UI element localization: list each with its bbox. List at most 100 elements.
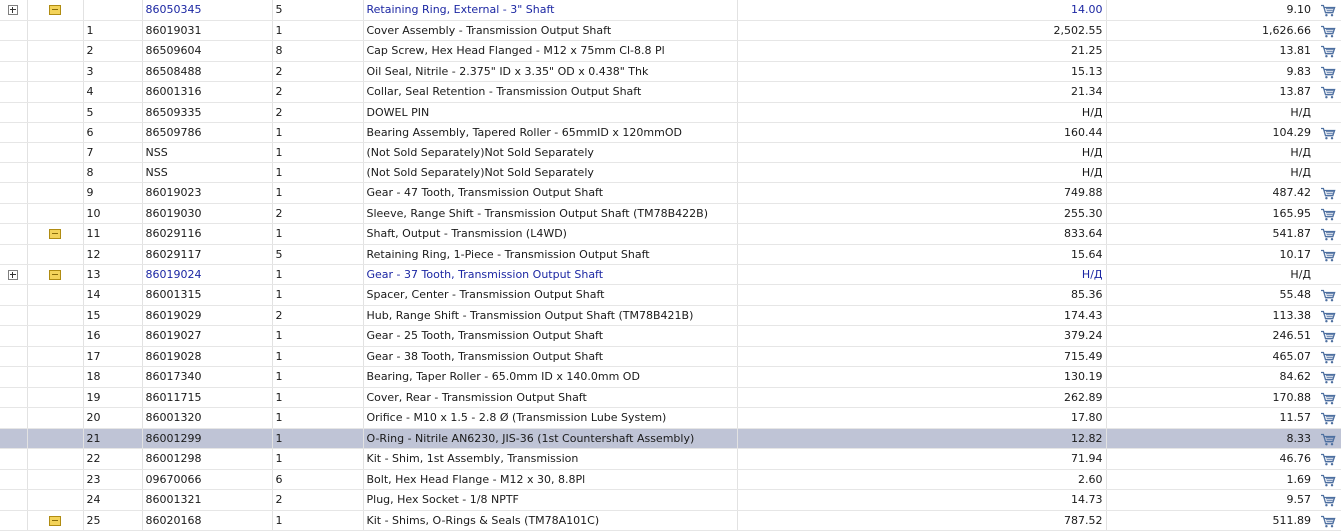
description-cell[interactable]: Sleeve, Range Shift - Transmission Outpu…: [363, 203, 738, 224]
part-number-cell[interactable]: 86001298: [142, 448, 273, 470]
part-number-cell[interactable]: 86050345: [142, 0, 273, 21]
add-to-cart-icon[interactable]: [1320, 208, 1336, 221]
note-icon[interactable]: [49, 229, 61, 240]
description-cell[interactable]: Retaining Ring, External - 3" Shaft: [363, 0, 738, 21]
table-row[interactable]: 13 86019024 1 Gear - 37 Tooth, Transmiss…: [0, 264, 1341, 285]
table-row[interactable]: 2 86509604 8 Cap Screw, Hex Head Flanged…: [0, 40, 1341, 62]
add-to-cart-icon[interactable]: [1320, 127, 1336, 140]
add-to-cart-icon[interactable]: [1320, 187, 1336, 200]
part-number-cell[interactable]: 86019031: [142, 20, 273, 41]
add-to-cart-icon[interactable]: [1320, 433, 1336, 446]
add-to-cart-icon[interactable]: [1320, 371, 1336, 384]
table-row[interactable]: 19 86011715 1 Cover, Rear - Transmission…: [0, 387, 1341, 408]
note-icon[interactable]: [49, 515, 61, 526]
description-cell[interactable]: O-Ring - Nitrile AN6230, JIS-36 (1st Cou…: [363, 428, 738, 449]
description-cell[interactable]: Cover, Rear - Transmission Output Shaft: [363, 387, 738, 408]
table-row[interactable]: 17 86019028 1 Gear - 38 Tooth, Transmiss…: [0, 346, 1341, 367]
add-to-cart-icon[interactable]: [1320, 412, 1336, 425]
table-row[interactable]: 25 86020168 1 Kit - Shims, O-Rings & Sea…: [0, 510, 1341, 531]
table-row[interactable]: 21 86001299 1 O-Ring - Nitrile AN6230, J…: [0, 428, 1341, 449]
expand-icon[interactable]: [8, 5, 19, 16]
description-cell[interactable]: Oil Seal, Nitrile - 2.375" ID x 3.35" OD…: [363, 61, 738, 82]
table-row[interactable]: 16 86019027 1 Gear - 25 Tooth, Transmiss…: [0, 325, 1341, 347]
table-row[interactable]: 18 86017340 1 Bearing, Taper Roller - 65…: [0, 366, 1341, 388]
description-cell[interactable]: Bolt, Hex Head Flange - M12 x 30, 8.8Pl: [363, 469, 738, 490]
part-number-cell[interactable]: 86001321: [142, 489, 273, 511]
description-cell[interactable]: Bearing, Taper Roller - 65.0mm ID x 140.…: [363, 366, 738, 388]
part-number-cell[interactable]: 86017340: [142, 366, 273, 388]
description-cell[interactable]: Kit - Shim, 1st Assembly, Transmission: [363, 448, 738, 470]
add-to-cart-icon[interactable]: [1320, 4, 1336, 17]
table-row[interactable]: 15 86019029 2 Hub, Range Shift - Transmi…: [0, 305, 1341, 326]
part-number-cell[interactable]: 86509786: [142, 122, 273, 143]
add-to-cart-icon[interactable]: [1320, 66, 1336, 79]
description-cell[interactable]: Gear - 47 Tooth, Transmission Output Sha…: [363, 182, 738, 204]
part-number-cell[interactable]: 86029116: [142, 223, 273, 245]
part-number-cell[interactable]: 86019029: [142, 305, 273, 326]
add-to-cart-icon[interactable]: [1320, 474, 1336, 487]
add-to-cart-icon[interactable]: [1320, 25, 1336, 38]
description-cell[interactable]: Gear - 38 Tooth, Transmission Output Sha…: [363, 346, 738, 367]
table-row[interactable]: 14 86001315 1 Spacer, Center - Transmiss…: [0, 284, 1341, 306]
description-cell[interactable]: Gear - 37 Tooth, Transmission Output Sha…: [363, 264, 738, 285]
part-number-cell[interactable]: 86001320: [142, 407, 273, 429]
description-cell[interactable]: Gear - 25 Tooth, Transmission Output Sha…: [363, 325, 738, 347]
note-icon[interactable]: [49, 5, 61, 16]
table-row[interactable]: 3 86508488 2 Oil Seal, Nitrile - 2.375" …: [0, 61, 1341, 82]
part-number-cell[interactable]: 86508488: [142, 61, 273, 82]
table-row[interactable]: 4 86001316 2 Collar, Seal Retention - Tr…: [0, 81, 1341, 103]
part-number-cell[interactable]: 09670066: [142, 469, 273, 490]
part-number-cell[interactable]: 86019028: [142, 346, 273, 367]
part-number-cell[interactable]: 86019027: [142, 325, 273, 347]
part-number-cell[interactable]: 86029117: [142, 244, 273, 265]
add-to-cart-icon[interactable]: [1320, 249, 1336, 262]
table-row[interactable]: 12 86029117 5 Retaining Ring, 1-Piece - …: [0, 244, 1341, 265]
table-row[interactable]: 1 86019031 1 Cover Assembly - Transmissi…: [0, 20, 1341, 41]
description-cell[interactable]: Orifice - M10 x 1.5 - 2.8 Ø (Transmissio…: [363, 407, 738, 429]
description-cell[interactable]: Hub, Range Shift - Transmission Output S…: [363, 305, 738, 326]
description-cell[interactable]: Cover Assembly - Transmission Output Sha…: [363, 20, 738, 41]
table-row[interactable]: 24 86001321 2 Plug, Hex Socket - 1/8 NPT…: [0, 489, 1341, 511]
description-cell[interactable]: Shaft, Output - Transmission (L4WD): [363, 223, 738, 245]
part-number-cell[interactable]: 86509604: [142, 40, 273, 62]
add-to-cart-icon[interactable]: [1320, 330, 1336, 343]
description-cell[interactable]: Retaining Ring, 1-Piece - Transmission O…: [363, 244, 738, 265]
description-cell[interactable]: Plug, Hex Socket - 1/8 NPTF: [363, 489, 738, 511]
table-row[interactable]: 22 86001298 1 Kit - Shim, 1st Assembly, …: [0, 448, 1341, 470]
table-row[interactable]: 10 86019030 2 Sleeve, Range Shift - Tran…: [0, 203, 1341, 224]
add-to-cart-icon[interactable]: [1320, 45, 1336, 58]
table-row[interactable]: 11 86029116 1 Shaft, Output - Transmissi…: [0, 223, 1341, 245]
table-row[interactable]: 7 NSS 1 (Not Sold Separately)Not Sold Se…: [0, 142, 1341, 163]
description-cell[interactable]: Collar, Seal Retention - Transmission Ou…: [363, 81, 738, 103]
description-cell[interactable]: (Not Sold Separately)Not Sold Separately: [363, 142, 738, 163]
add-to-cart-icon[interactable]: [1320, 310, 1336, 323]
part-number-cell[interactable]: NSS: [142, 142, 273, 163]
table-row[interactable]: 8 NSS 1 (Not Sold Separately)Not Sold Se…: [0, 162, 1341, 183]
part-number-cell[interactable]: 86020168: [142, 510, 273, 531]
part-number-cell[interactable]: 86001316: [142, 81, 273, 103]
description-cell[interactable]: Kit - Shims, O-Rings & Seals (TM78A101C): [363, 510, 738, 531]
table-row[interactable]: 86050345 5 Retaining Ring, External - 3"…: [0, 0, 1341, 21]
add-to-cart-icon[interactable]: [1320, 86, 1336, 99]
description-cell[interactable]: Spacer, Center - Transmission Output Sha…: [363, 284, 738, 306]
table-row[interactable]: 20 86001320 1 Orifice - M10 x 1.5 - 2.8 …: [0, 407, 1341, 429]
add-to-cart-icon[interactable]: [1320, 453, 1336, 466]
note-icon[interactable]: [49, 270, 61, 280]
part-number-cell[interactable]: 86001299: [142, 428, 273, 449]
add-to-cart-icon[interactable]: [1320, 228, 1336, 241]
part-number-cell[interactable]: NSS: [142, 162, 273, 183]
part-number-cell[interactable]: 86019023: [142, 182, 273, 204]
part-number-cell[interactable]: 86019024: [142, 264, 273, 285]
table-row[interactable]: 9 86019023 1 Gear - 47 Tooth, Transmissi…: [0, 182, 1341, 204]
table-row[interactable]: 5 86509335 2 DOWEL PIN Н/Д Н/Д: [0, 102, 1341, 123]
table-row[interactable]: 23 09670066 6 Bolt, Hex Head Flange - M1…: [0, 469, 1341, 490]
description-cell[interactable]: Cap Screw, Hex Head Flanged - M12 x 75mm…: [363, 40, 738, 62]
add-to-cart-icon[interactable]: [1320, 494, 1336, 507]
add-to-cart-icon[interactable]: [1320, 515, 1336, 528]
add-to-cart-icon[interactable]: [1320, 392, 1336, 405]
part-number-cell[interactable]: 86509335: [142, 102, 273, 123]
part-number-cell[interactable]: 86011715: [142, 387, 273, 408]
part-number-cell[interactable]: 86019030: [142, 203, 273, 224]
description-cell[interactable]: Bearing Assembly, Tapered Roller - 65mmI…: [363, 122, 738, 143]
add-to-cart-icon[interactable]: [1320, 289, 1336, 302]
